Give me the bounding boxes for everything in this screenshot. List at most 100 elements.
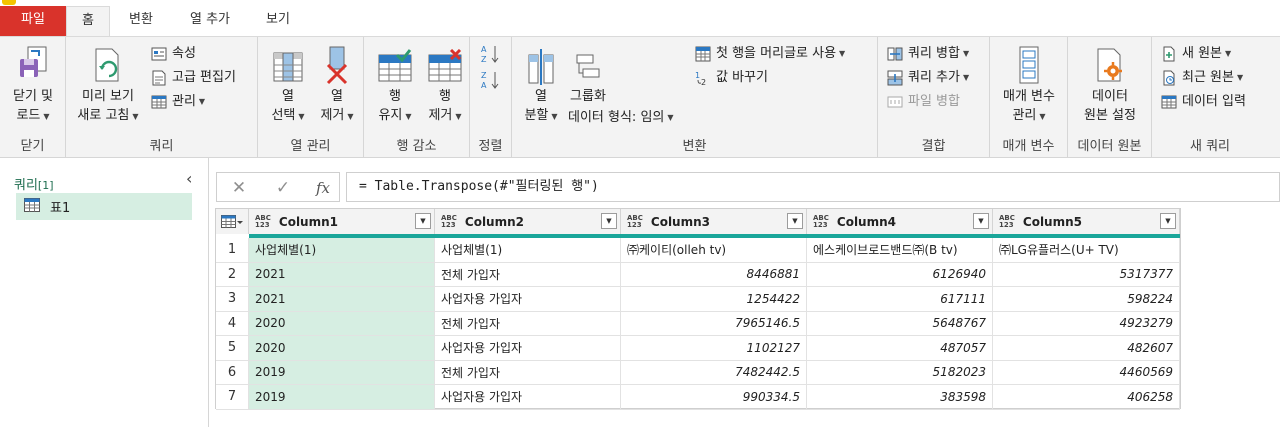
table-cell[interactable]: 7965146.5 xyxy=(621,311,807,336)
table-cell[interactable]: 사업체별(1) xyxy=(435,238,621,263)
column-filter-dropdown-icon[interactable]: ▼ xyxy=(1160,213,1176,229)
row-number: 7 xyxy=(216,385,249,410)
choose-columns-button[interactable]: 열 선택 ▼ xyxy=(262,43,314,126)
table-row[interactable]: 3 2021 사업자용 가입자 1254422 617111 598224 xyxy=(216,287,1180,312)
remove-columns-label-1: 열 xyxy=(331,89,343,104)
column-header-column2[interactable]: ABC 123 Column2 ▼ xyxy=(435,209,621,234)
table-cell[interactable]: 8446881 xyxy=(621,262,807,287)
table-cell[interactable]: 2019 xyxy=(249,385,435,410)
tab-transform[interactable]: 변환 xyxy=(110,6,172,36)
table-cell[interactable]: 990334.5 xyxy=(621,385,807,410)
enter-data-button[interactable]: 데이터 입력 xyxy=(1160,91,1246,113)
use-first-row-as-headers-button[interactable]: 첫 행을 머리글로 사용 ▼ xyxy=(694,43,845,65)
formula-input[interactable]: = Table.Transpose(#"필터링된 행") xyxy=(346,172,1280,202)
manage-parameters-button[interactable]: 매개 변수 관리 ▼ xyxy=(994,43,1064,126)
table-row[interactable]: 7 2019 사업자용 가입자 990334.5 383598 406258 xyxy=(216,385,1180,410)
table-row[interactable]: 2 2021 전체 가입자 8446881 6126940 5317377 xyxy=(216,262,1180,287)
table-cell[interactable]: 2020 xyxy=(249,311,435,336)
table-cell[interactable]: 2020 xyxy=(249,336,435,361)
cancel-formula-close-icon[interactable]: ✕ xyxy=(227,176,251,200)
data-type-dropdown[interactable]: 데이터 형식: 임의 ▼ xyxy=(568,107,674,129)
group-label-combine: 결합 xyxy=(921,139,946,154)
refresh-preview-button[interactable]: 미리 보기 새로 고침 ▼ xyxy=(72,43,144,126)
table-cell[interactable]: 487057 xyxy=(807,336,993,361)
table-cell[interactable]: 전체 가입자 xyxy=(435,262,621,287)
table-cell[interactable]: 1254422 xyxy=(621,287,807,312)
combine-files-icon xyxy=(887,96,903,108)
replace-values-button[interactable]: 12 값 바꾸기 xyxy=(694,67,768,89)
table-cell[interactable]: 5317377 xyxy=(993,262,1180,287)
append-queries-button[interactable]: 쿼리 추가 ▼ xyxy=(886,67,969,89)
query-item[interactable]: 표1 xyxy=(16,193,192,220)
column-filter-dropdown-icon[interactable]: ▼ xyxy=(787,213,803,229)
table-cell[interactable]: 406258 xyxy=(993,385,1180,410)
split-column-button[interactable]: 열 분할 ▼ xyxy=(516,43,566,126)
table-cell[interactable]: ㈜케이티(olleh tv) xyxy=(621,238,807,263)
column-header-column1[interactable]: ABC 123 Column1 ▼ xyxy=(249,209,435,234)
split-column-label-2: 분할 xyxy=(524,108,549,123)
table-menu-button[interactable] xyxy=(216,209,249,234)
combine-files-button[interactable]: 파일 병합 xyxy=(886,91,960,113)
data-source-settings-button[interactable]: 데이터 원본 설정 xyxy=(1072,43,1148,125)
recent-sources-button[interactable]: 최근 원본 ▼ xyxy=(1160,67,1243,89)
keep-rows-button[interactable]: 행 유지 ▼ xyxy=(370,43,420,126)
collapse-pane-chevron-icon[interactable]: ‹ xyxy=(186,169,192,188)
new-source-button[interactable]: 새 원본 ▼ xyxy=(1160,43,1231,65)
table-cell[interactable]: 4460569 xyxy=(993,360,1180,385)
column-header-column4[interactable]: ABC 123 Column4 ▼ xyxy=(807,209,993,234)
table-cell[interactable]: 2021 xyxy=(249,262,435,287)
table-cell[interactable]: 6126940 xyxy=(807,262,993,287)
sort-ascending-button[interactable]: AZ xyxy=(480,43,502,65)
tab-view[interactable]: 보기 xyxy=(248,6,308,36)
column-filter-dropdown-icon[interactable]: ▼ xyxy=(415,213,431,229)
remove-columns-button[interactable]: 열 제거 ▼ xyxy=(312,43,362,126)
merge-queries-button[interactable]: 쿼리 병합 ▼ xyxy=(886,43,969,65)
close-and-load-button[interactable]: 닫기 및 로드 ▼ xyxy=(4,43,62,126)
table-cell[interactable]: 5648767 xyxy=(807,311,993,336)
column-header-column3[interactable]: ABC 123 Column3 ▼ xyxy=(621,209,807,234)
table-cell[interactable]: ㈜LG유플러스(U+ TV) xyxy=(993,238,1180,263)
first-row-header-label: 첫 행을 머리글로 사용 xyxy=(716,46,837,61)
table-row[interactable]: 5 2020 사업자용 가입자 1102127 487057 482607 xyxy=(216,336,1180,361)
table-cell[interactable]: 2019 xyxy=(249,360,435,385)
query-item-label: 표1 xyxy=(50,201,71,216)
sort-descending-button[interactable]: ZA xyxy=(480,69,502,91)
table-cell[interactable]: 5182023 xyxy=(807,360,993,385)
column-filter-dropdown-icon[interactable]: ▼ xyxy=(601,213,617,229)
table-row[interactable]: 4 2020 전체 가입자 7965146.5 5648767 4923279 xyxy=(216,311,1180,336)
row-number: 5 xyxy=(216,336,249,361)
any-type-icon: ABC 123 xyxy=(813,214,829,229)
table-cell[interactable]: 617111 xyxy=(807,287,993,312)
tab-home[interactable]: 홈 xyxy=(66,6,110,37)
tab-file[interactable]: 파일 xyxy=(0,6,66,36)
table-cell[interactable]: 사업체별(1) xyxy=(249,238,435,263)
table-cell[interactable]: 전체 가입자 xyxy=(435,311,621,336)
table-cell[interactable]: 2021 xyxy=(249,287,435,312)
table-cell[interactable]: 383598 xyxy=(807,385,993,410)
table-cell[interactable]: 4923279 xyxy=(993,311,1180,336)
table-cell[interactable]: 482607 xyxy=(993,336,1180,361)
table-cell[interactable]: 사업자용 가입자 xyxy=(435,385,621,410)
data-source-settings-label-1: 데이터 xyxy=(1092,89,1128,104)
table-row[interactable]: 1 사업체별(1) 사업체별(1) ㈜케이티(olleh tv) 에스케이브로드밴드㈜(… xyxy=(216,238,1180,263)
properties-button[interactable]: 속성 xyxy=(150,43,196,65)
column-header-column5[interactable]: ABC 123 Column5 ▼ xyxy=(993,209,1180,234)
fx-icon[interactable]: fx xyxy=(311,176,335,200)
group-by-button[interactable]: 그룹화 xyxy=(566,43,610,106)
table-cell[interactable]: 598224 xyxy=(993,287,1180,312)
choose-columns-label-1: 열 xyxy=(282,89,294,104)
remove-rows-button[interactable]: 행 제거 ▼ xyxy=(420,43,470,126)
column-filter-dropdown-icon[interactable]: ▼ xyxy=(973,213,989,229)
advanced-editor-button[interactable]: 고급 편집기 xyxy=(150,67,236,89)
table-cell[interactable]: 사업자용 가입자 xyxy=(435,287,621,312)
commit-formula-check-icon[interactable]: ✓ xyxy=(271,176,295,200)
manage-button[interactable]: 관리 ▼ xyxy=(150,91,205,113)
table-row[interactable]: 6 2019 전체 가입자 7482442.5 5182023 4460569 xyxy=(216,360,1180,385)
table-cell[interactable]: 사업자용 가입자 xyxy=(435,336,621,361)
tab-add-column[interactable]: 열 추가 xyxy=(172,6,248,36)
group-label-new-query: 새 쿼리 xyxy=(1189,139,1230,154)
table-cell[interactable]: 에스케이브로드밴드㈜(B tv) xyxy=(807,238,993,263)
table-cell[interactable]: 전체 가입자 xyxy=(435,360,621,385)
table-cell[interactable]: 7482442.5 xyxy=(621,360,807,385)
table-cell[interactable]: 1102127 xyxy=(621,336,807,361)
